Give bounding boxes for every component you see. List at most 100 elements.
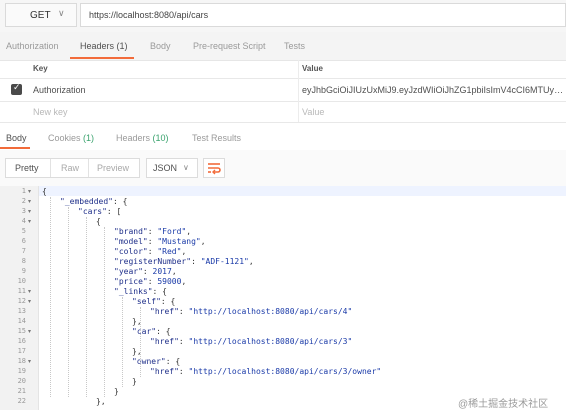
fold-toggle-icon[interactable]: ▾ [28, 218, 31, 225]
code-line: "car": { [132, 327, 171, 336]
line-number: 20 [17, 377, 26, 385]
divider [50, 159, 51, 177]
json-number: 2017 [152, 267, 172, 276]
tab-pre-request-script[interactable]: Pre-request Script [193, 41, 266, 51]
view-pretty-button[interactable]: Pretty [15, 163, 39, 173]
view-raw-button[interactable]: Raw [61, 163, 79, 173]
tab-body[interactable]: Body [150, 41, 171, 51]
code-line: }, [96, 397, 106, 406]
tab-response-headers[interactable]: Headers (10) [116, 133, 169, 143]
json-key: "registerNumber" [114, 257, 192, 266]
column-header-key: Key [33, 64, 48, 73]
code-line: } [114, 387, 119, 396]
line-number: 3 [21, 207, 26, 215]
json-punctuation: : [ [106, 207, 122, 216]
tab-cookies[interactable]: Cookies (1) [48, 133, 94, 143]
tab-authorization[interactable]: Authorization [6, 41, 59, 51]
code-line: { [42, 187, 47, 196]
view-mode-group: Pretty Raw Preview [5, 158, 140, 178]
line-number: 19 [17, 367, 26, 375]
fold-toggle-icon[interactable]: ▾ [28, 208, 31, 215]
line-number: 13 [17, 307, 26, 315]
active-line-highlight [39, 186, 566, 196]
json-punctuation: : { [156, 327, 171, 336]
header-value-cell[interactable]: eyJhbGciOiJIUzUxMiJ9.eyJzdWIiOiJhZG1pbiI… [302, 85, 564, 95]
json-punctuation: : [178, 307, 189, 316]
json-punctuation: : [191, 257, 201, 266]
fold-toggle-icon[interactable]: ▾ [28, 358, 31, 365]
json-punctuation: : { [152, 287, 167, 296]
line-number: 22 [17, 397, 26, 405]
tab-test-results[interactable]: Test Results [192, 133, 241, 143]
header-key-cell[interactable]: Authorization [33, 85, 86, 95]
fold-toggle-icon[interactable]: ▾ [28, 328, 31, 335]
view-preview-button[interactable]: Preview [97, 163, 129, 173]
column-divider [298, 60, 299, 122]
json-key: "year" [114, 267, 143, 276]
code-line: "_embedded": { [60, 197, 127, 206]
new-value-field[interactable]: Value [302, 107, 324, 117]
indent-guide [140, 307, 141, 377]
format-select[interactable]: JSON ∨ [146, 158, 198, 178]
fold-toggle-icon[interactable]: ▾ [28, 298, 31, 305]
json-key: "owner" [132, 357, 166, 366]
tab-tests[interactable]: Tests [284, 41, 305, 51]
line-number: 18 [17, 357, 26, 365]
json-punctuation: : [147, 247, 158, 256]
json-punctuation: : [178, 367, 189, 376]
header-enabled-checkbox[interactable]: ✓ [11, 82, 22, 95]
code-line: } [132, 377, 137, 386]
column-header-value: Value [302, 64, 323, 73]
tab-response-body[interactable]: Body [6, 133, 27, 143]
tab-headers[interactable]: Headers (1) [80, 41, 128, 51]
active-tab-indicator [70, 57, 134, 59]
indent-guide [68, 207, 69, 397]
line-number: 10 [17, 277, 26, 285]
json-punctuation: , [181, 247, 187, 256]
indent-guide [50, 197, 51, 397]
json-key: "href" [150, 367, 179, 376]
json-string: "Red" [157, 247, 182, 256]
check-icon: ✓ [13, 82, 21, 92]
line-number: 9 [21, 267, 26, 275]
line-number: 8 [21, 257, 26, 265]
json-punctuation: , [248, 257, 254, 266]
code-line: "color": "Red", [114, 247, 186, 256]
json-punctuation: : [147, 277, 158, 286]
response-tabs: Body Cookies (1) Headers (10) Test Resul… [0, 124, 566, 151]
code-line: "href": "http://localhost:8080/api/cars/… [150, 337, 352, 346]
json-key: "_embedded" [60, 197, 113, 206]
fold-toggle-icon[interactable]: ▾ [28, 198, 31, 205]
json-punctuation: }, [96, 397, 106, 406]
code-line: { [96, 217, 101, 226]
table-row: ✓ Authorization eyJhbGciOiJIUzUxMiJ9.eyJ… [0, 79, 566, 102]
fold-toggle-icon[interactable]: ▾ [28, 288, 31, 295]
wrap-lines-button[interactable] [203, 158, 225, 178]
fold-toggle-icon[interactable]: ▾ [28, 188, 31, 195]
json-string: "http://localhost:8080/api/cars/3" [188, 337, 353, 346]
json-punctuation: } [132, 377, 137, 386]
json-string: "Mustang" [157, 237, 201, 246]
code-line: "price": 59000, [114, 277, 186, 286]
json-number: 59000 [157, 277, 182, 286]
url-input[interactable]: https://localhost:8080/api/cars [80, 3, 566, 27]
line-number: 6 [21, 237, 26, 245]
divider [88, 159, 89, 177]
json-key: "href" [150, 337, 179, 346]
code-line: "brand": "Ford", [114, 227, 191, 236]
line-number: 2 [21, 197, 26, 205]
json-punctuation: { [42, 187, 47, 196]
new-key-field[interactable]: New key [33, 107, 68, 117]
method-select[interactable]: GET ∨ [5, 3, 77, 27]
json-key: "self" [132, 297, 161, 306]
line-number: 12 [17, 297, 26, 305]
response-view-toolbar: Pretty Raw Preview JSON ∨ [0, 150, 566, 187]
json-string: "http://localhost:8080/api/cars/3/owner" [188, 367, 382, 376]
json-string: "http://localhost:8080/api/cars/4" [188, 307, 353, 316]
code-line: "cars": [ [78, 207, 121, 216]
json-key: "cars" [78, 207, 107, 216]
code-line: "_links": { [114, 287, 167, 296]
response-body-viewer[interactable]: 1 ▾ 2 ▾ 3 ▾ 4 ▾ 5 6 7 8 9 10 11 ▾ 12 ▾ 13 14 15 ▾ 16 17 18 ▾ 19 20 2… [0, 186, 566, 410]
json-key: "brand" [114, 227, 148, 236]
json-punctuation: } [114, 387, 119, 396]
